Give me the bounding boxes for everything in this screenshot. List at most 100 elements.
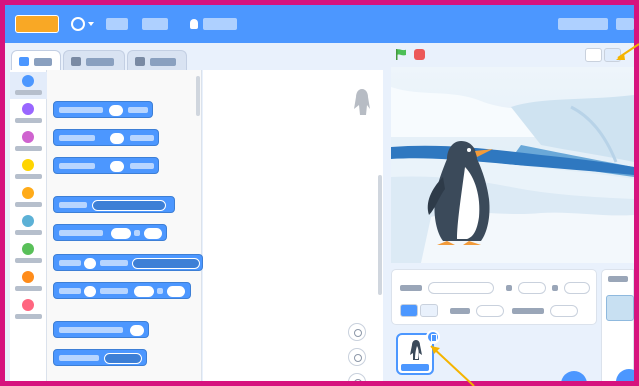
block-label: [134, 230, 140, 236]
block-glide-to[interactable]: [53, 254, 203, 271]
direction-field[interactable]: [550, 305, 578, 317]
y-label: [552, 285, 558, 291]
block-glide-to-xy[interactable]: [53, 282, 191, 299]
block-input[interactable]: [110, 161, 124, 172]
category-dot-icon: [22, 159, 34, 171]
tutorials-icon: [190, 19, 198, 29]
block-input[interactable]: [130, 325, 144, 336]
block-label: [59, 327, 123, 333]
sprite-name-label: [400, 285, 422, 291]
zoom-reset-button[interactable]: [348, 373, 366, 381]
block-turn-left[interactable]: [53, 157, 159, 174]
sprite-name-field[interactable]: [428, 282, 494, 294]
block-label: [59, 163, 95, 169]
block-label: [130, 163, 154, 169]
globe-icon[interactable]: [71, 17, 85, 31]
block-point-in-direction[interactable]: [53, 321, 149, 338]
block-dropdown[interactable]: [104, 353, 142, 364]
y-field[interactable]: [564, 282, 590, 294]
stop-icon[interactable]: [414, 49, 425, 60]
block-dropdown[interactable]: [92, 200, 166, 211]
project-title[interactable]: [558, 18, 608, 30]
sprite-info-panel: [391, 269, 597, 325]
block-dropdown[interactable]: [132, 258, 200, 269]
category-events[interactable]: [10, 156, 47, 183]
block-input[interactable]: [134, 286, 154, 297]
block-input[interactable]: [167, 286, 185, 297]
category-sound[interactable]: [10, 128, 47, 155]
category-label: [15, 146, 42, 151]
block-move-steps[interactable]: [53, 101, 153, 118]
small-stage-button[interactable]: [585, 48, 602, 62]
palette-scrollbar[interactable]: [196, 76, 200, 116]
block-label: [59, 288, 81, 294]
block-input[interactable]: [109, 105, 123, 116]
stage[interactable]: [391, 67, 634, 263]
account-menu[interactable]: [616, 18, 634, 30]
category-label: [15, 90, 42, 95]
category-dot-icon: [22, 243, 34, 255]
category-control[interactable]: [10, 184, 47, 211]
category-operators[interactable]: [10, 240, 47, 267]
penguin-thumbnail-icon: [410, 340, 422, 360]
x-field[interactable]: [518, 282, 546, 294]
large-stage-button[interactable]: [604, 48, 621, 62]
block-label: [100, 288, 128, 294]
add-backdrop-button[interactable]: [616, 369, 634, 381]
sprite-watermark-icon: [354, 89, 370, 115]
hide-sprite-toggle[interactable]: [420, 304, 438, 317]
tab-sounds-label: [150, 58, 176, 66]
delete-sprite-icon[interactable]: [426, 330, 440, 344]
category-dot-icon: [22, 187, 34, 199]
tab-costumes-label: [86, 58, 114, 66]
block-input[interactable]: [111, 228, 131, 239]
category-dot-icon: [22, 75, 34, 87]
category-label: [15, 202, 42, 207]
tab-code[interactable]: [11, 50, 61, 72]
block-go-to-xy[interactable]: [53, 224, 167, 241]
show-sprite-toggle[interactable]: [400, 304, 418, 317]
category-label: [15, 286, 42, 291]
category-motion[interactable]: [10, 72, 47, 99]
backdrop-thumbnail[interactable]: [606, 295, 634, 321]
block-label: [100, 260, 128, 266]
sprite-tile-label: [401, 364, 429, 371]
category-label: [15, 258, 42, 263]
category-sensing[interactable]: [10, 212, 47, 239]
speaker-icon: [135, 57, 145, 66]
tab-sounds[interactable]: [127, 50, 187, 72]
menu-file[interactable]: [106, 18, 128, 30]
direction-label: [512, 308, 544, 314]
category-variables[interactable]: [10, 268, 47, 295]
menu-edit[interactable]: [142, 18, 168, 30]
category-dot-icon: [22, 131, 34, 143]
stage-label: [608, 276, 628, 282]
app-window: [0, 0, 639, 386]
block-turn-right[interactable]: [53, 129, 159, 146]
penguin-sprite[interactable]: [421, 137, 501, 247]
menu-tutorials[interactable]: [203, 18, 237, 30]
scratch-logo-icon[interactable]: [15, 15, 59, 33]
size-label: [450, 308, 470, 314]
category-dot-icon: [22, 299, 34, 311]
block-input[interactable]: [84, 286, 96, 297]
category-looks[interactable]: [10, 100, 47, 127]
block-input[interactable]: [110, 133, 124, 144]
block-label: [128, 107, 148, 113]
brush-icon: [71, 57, 81, 66]
tab-costumes[interactable]: [63, 50, 125, 72]
zoom-in-button[interactable]: [348, 323, 366, 341]
category-dot-icon: [22, 271, 34, 283]
block-point-towards[interactable]: [53, 349, 147, 366]
category-dot-icon: [22, 215, 34, 227]
zoom-out-button[interactable]: [348, 348, 366, 366]
block-go-to[interactable]: [53, 196, 175, 213]
category-dot-icon: [22, 103, 34, 115]
green-flag-icon[interactable]: [395, 49, 407, 60]
size-field[interactable]: [476, 305, 504, 317]
block-input[interactable]: [144, 228, 162, 239]
block-input[interactable]: [84, 258, 96, 269]
category-label: [15, 230, 42, 235]
category-my-blocks[interactable]: [10, 296, 47, 323]
script-scrollbar[interactable]: [378, 175, 382, 295]
